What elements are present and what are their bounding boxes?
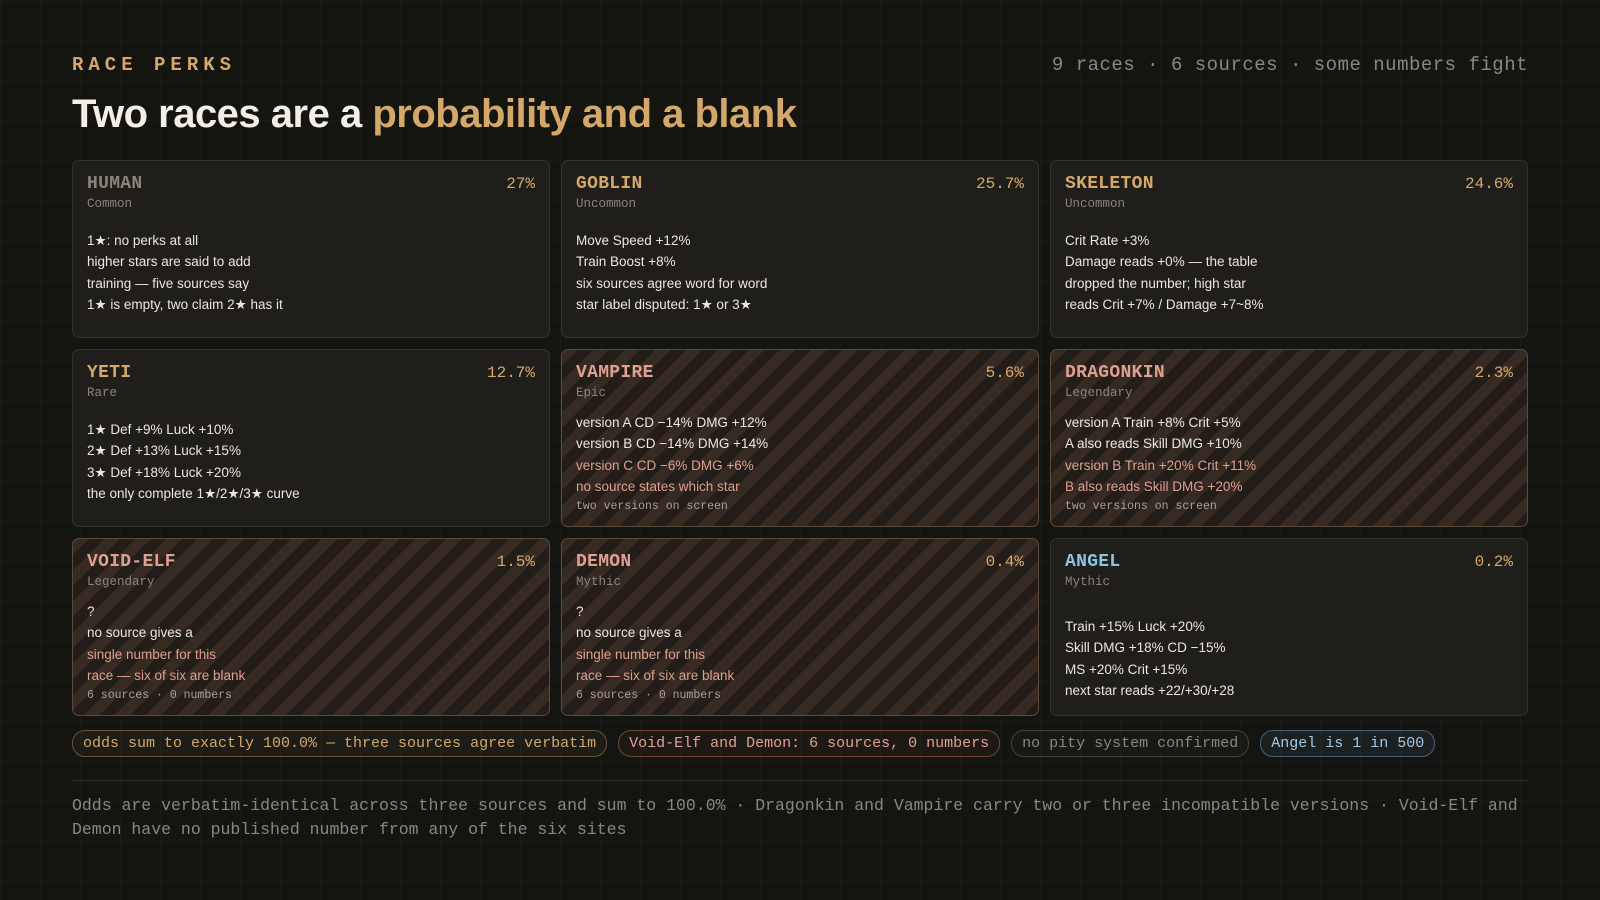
- race-name: VAMPIRE: [576, 363, 654, 383]
- race-rarity: Rare: [87, 386, 118, 400]
- perk-line: version A CD −14% DMG +12%: [576, 415, 767, 430]
- race-name: SKELETON: [1065, 174, 1154, 194]
- perk-line: version B CD −14% DMG +14%: [576, 436, 769, 452]
- race-odds: 5.6%: [985, 364, 1024, 382]
- header-row: RACE PERKS 9 races · 6 sources · some nu…: [72, 54, 1528, 78]
- race-odds: 0.2%: [1474, 553, 1513, 571]
- perk-line: the only complete 1★/2★/3★ curve: [87, 485, 300, 501]
- card-footnote: two versions on screen: [576, 500, 728, 514]
- summary-meta: 9 races · 6 sources · some numbers fight: [1051, 54, 1528, 76]
- race-odds: 24.6%: [1464, 175, 1513, 193]
- perk-line: Train Boost +8%: [576, 254, 676, 270]
- perk-line: reads Crit +7% / Damage +7~8%: [1065, 296, 1264, 312]
- race-rarity: Legendary: [87, 575, 155, 589]
- race-odds: 25.7%: [975, 175, 1024, 193]
- perk-line-unknown: ?: [87, 604, 95, 619]
- perk-line: Train +15% Luck +20%: [1065, 619, 1205, 634]
- perk-line-disputed: no source states which star: [576, 478, 740, 494]
- race-card-dragonkin: DRAGONKIN 2.3% Legendary version A Train…: [1050, 349, 1528, 527]
- perk-line-disputed: race — six of six are blank: [576, 667, 735, 683]
- race-perks-page: RACE PERKS 9 races · 6 sources · some nu…: [72, 54, 1528, 839]
- perk-line: Skill DMG +18% CD −15%: [1065, 640, 1226, 656]
- race-rarity: Uncommon: [1065, 197, 1126, 211]
- perk-line: star label disputed: 1★ or 3★: [576, 296, 752, 312]
- perk-line: six sources agree word for word: [576, 275, 768, 291]
- race-odds: 0.4%: [985, 553, 1024, 571]
- perk-line: no source gives a: [87, 625, 193, 641]
- race-odds: 27%: [506, 175, 535, 193]
- perk-line-disputed: version C CD −6% DMG +6%: [576, 457, 754, 473]
- race-card-vampire: VAMPIRE 5.6% Epic version A CD −14% DMG …: [561, 349, 1039, 527]
- race-odds: 2.3%: [1474, 364, 1513, 382]
- race-name: HUMAN: [87, 174, 143, 194]
- page-title-plain: Two races are a: [72, 92, 373, 136]
- race-rarity: Uncommon: [576, 197, 637, 211]
- perk-line: MS +20% Crit +15%: [1065, 661, 1188, 677]
- perk-line-unknown: ?: [576, 604, 584, 619]
- race-card-goblin: GOBLIN 25.7% Uncommon Move Speed +12% Tr…: [561, 160, 1039, 338]
- race-name: ANGEL: [1065, 552, 1121, 572]
- race-card-grid: HUMAN 27% Common 1★: no perks at all hig…: [72, 160, 1528, 716]
- race-name: YETI: [87, 363, 132, 383]
- race-rarity: Legendary: [1065, 386, 1133, 400]
- perk-line-disputed: version B Train +20% Crit +11%: [1065, 457, 1257, 473]
- perk-line: Move Speed +12%: [576, 233, 691, 248]
- race-rarity: Mythic: [1065, 575, 1111, 589]
- card-footnote: two versions on screen: [1065, 500, 1217, 514]
- perk-line: Crit Rate +3%: [1065, 233, 1150, 248]
- card-footnote: 6 sources · 0 numbers: [87, 689, 232, 703]
- perk-line: higher stars are said to add: [87, 254, 251, 270]
- perk-line-disputed: race — six of six are blank: [87, 667, 246, 683]
- card-footnote: 6 sources · 0 numbers: [576, 689, 721, 703]
- race-rarity: Mythic: [576, 575, 622, 589]
- perk-line-disputed: B also reads Skill DMG +20%: [1065, 478, 1243, 494]
- race-card-demon: DEMON 0.4% Mythic ? no source gives a si…: [561, 538, 1039, 716]
- perk-line: 1★ is empty, two claim 2★ has it: [87, 296, 283, 312]
- race-name: DEMON: [576, 552, 632, 572]
- perk-line-disputed: single number for this: [576, 646, 706, 662]
- perk-line: no source gives a: [576, 625, 682, 641]
- perk-line: next star reads +22/+30/+28: [1065, 682, 1235, 698]
- summary-footnote: Odds are verbatim-identical across three…: [72, 796, 1518, 839]
- perk-line: dropped the number; high star: [1065, 275, 1246, 291]
- race-odds: 1.5%: [496, 553, 535, 571]
- perk-line: version A Train +8% Crit +5%: [1065, 415, 1241, 430]
- race-card-skeleton: SKELETON 24.6% Uncommon Crit Rate +3% Da…: [1050, 160, 1528, 338]
- race-card-void-elf: VOID-ELF 1.5% Legendary ? no source give…: [72, 538, 550, 716]
- race-card-human: HUMAN 27% Common 1★: no perks at all hig…: [72, 160, 550, 338]
- race-card-yeti: YETI 12.7% Rare 1★ Def +9% Luck +10% 2★ …: [72, 349, 550, 527]
- perk-line-disputed: single number for this: [87, 646, 217, 662]
- page-title-accent: probability and a blank: [372, 92, 797, 136]
- perk-line: training — five sources say: [87, 275, 250, 291]
- race-name: DRAGONKIN: [1065, 363, 1165, 383]
- pill-angel-odds: Angel is 1 in 500: [1260, 730, 1436, 757]
- race-rarity: Epic: [576, 386, 607, 400]
- race-name: VOID-ELF: [87, 552, 176, 572]
- pill-no-pity: no pity system confirmed: [1011, 730, 1250, 757]
- perk-line: A also reads Skill DMG +10%: [1065, 436, 1242, 452]
- pill-odds-sum: odds sum to exactly 100.0% — three sourc…: [72, 730, 608, 757]
- perk-line: 2★ Def +13% Luck +15%: [87, 443, 241, 459]
- perk-line: 1★ Def +9% Luck +10%: [87, 422, 234, 437]
- perk-line: Damage reads +0% — the table: [1065, 254, 1258, 270]
- perk-line: 3★ Def +18% Luck +20%: [87, 464, 241, 480]
- race-rarity: Common: [87, 197, 133, 211]
- section-kicker: RACE PERKS: [72, 54, 237, 76]
- race-odds: 12.7%: [486, 364, 535, 382]
- race-card-angel: ANGEL 0.2% Mythic Train +15% Luck +20% S…: [1050, 538, 1528, 716]
- race-name: GOBLIN: [576, 174, 643, 194]
- pill-blank-races: Void-Elf and Demon: 6 sources, 0 numbers: [618, 730, 1001, 757]
- perk-line: 1★: no perks at all: [87, 233, 199, 248]
- divider: [72, 780, 1528, 781]
- finding-pills: odds sum to exactly 100.0% — three sourc…: [72, 730, 1436, 757]
- page-title: Two races are a probability and a blank: [72, 92, 1528, 140]
